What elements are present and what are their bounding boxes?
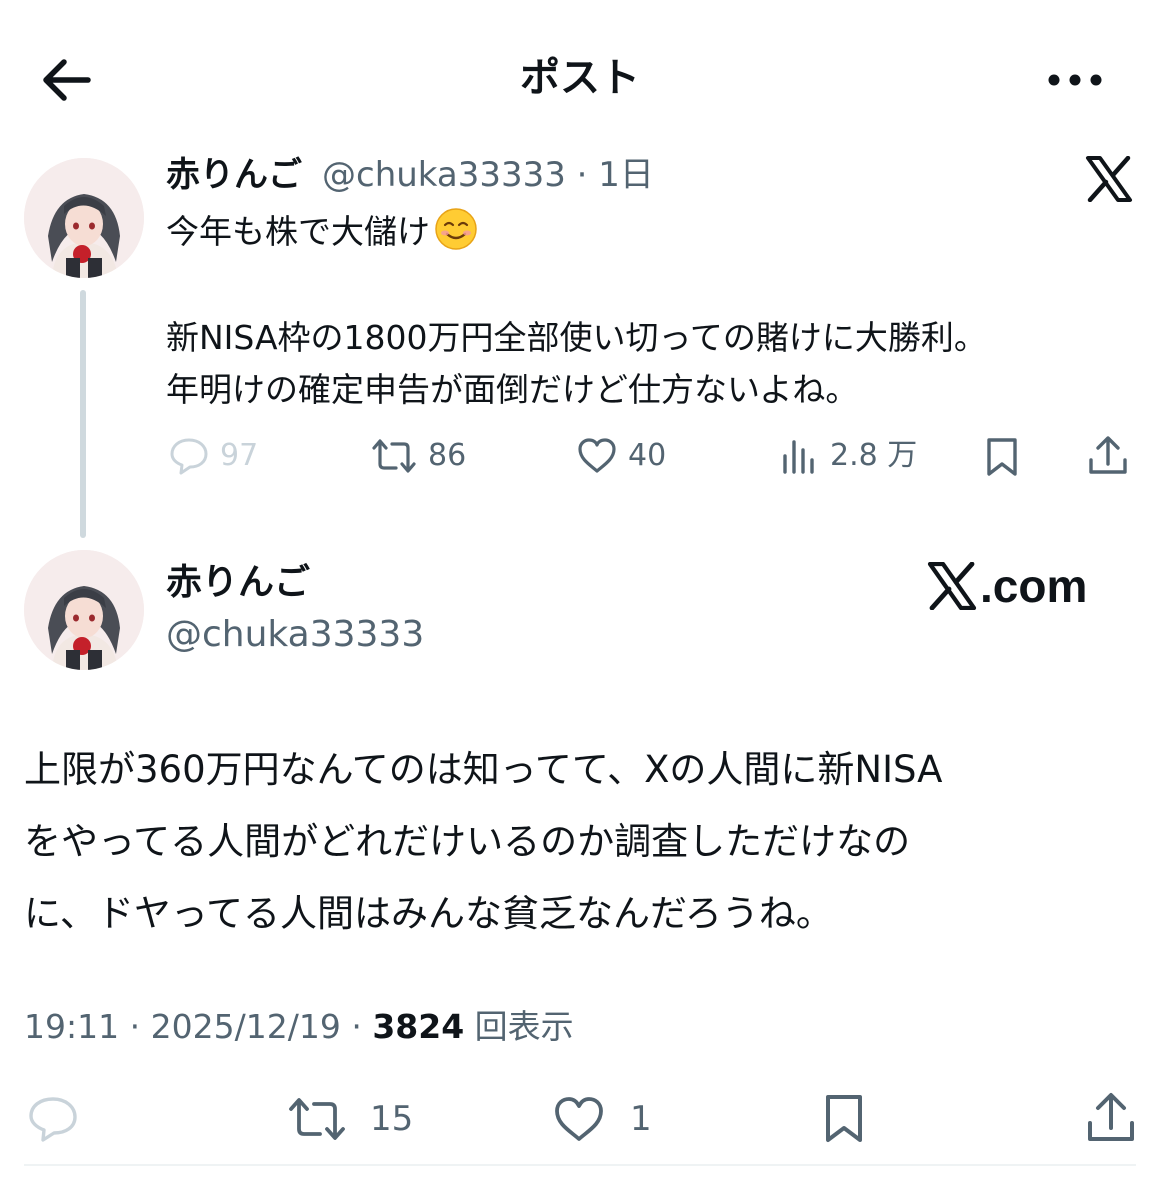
repost-count: 86	[428, 438, 467, 473]
repost-icon	[289, 1098, 345, 1140]
like-count: 1	[630, 1099, 652, 1139]
post-time[interactable]: 19:11	[24, 1007, 119, 1046]
views-label: 回表示	[474, 1007, 574, 1046]
like-count: 40	[628, 438, 667, 473]
avatar-image	[24, 158, 144, 278]
post-text-line: 上限が360万円なんてのは知ってて、Xの人間に新NISA	[24, 748, 943, 791]
bookmark-icon	[987, 438, 1017, 476]
divider	[24, 1164, 1136, 1166]
more-horizontal-icon	[1048, 74, 1102, 86]
avatar[interactable]	[24, 158, 144, 278]
x-logo-icon	[1084, 156, 1134, 202]
repost-button[interactable]: 15	[286, 1094, 413, 1144]
reply-count: 97	[220, 438, 259, 473]
heart-icon	[555, 1097, 603, 1141]
page-title: ポスト	[520, 55, 640, 101]
display-name[interactable]: 赤りんご	[166, 152, 302, 198]
views-count: 3824	[372, 1007, 465, 1046]
separator: ·	[351, 1007, 362, 1046]
smiling-face-emoji-icon	[434, 207, 478, 251]
avatar[interactable]	[24, 550, 144, 670]
repost-button[interactable]: 86	[370, 436, 466, 476]
post-text-line: 今年も株で大儲け	[166, 212, 430, 251]
repost-icon	[372, 439, 416, 473]
share-icon	[1089, 436, 1127, 474]
share-button[interactable]	[1086, 434, 1130, 478]
x-com-logo: .com	[926, 556, 1087, 616]
handle[interactable]: @chuka33333	[166, 610, 424, 660]
views-button[interactable]: 2.8 万	[780, 436, 917, 476]
handle-and-age[interactable]: @chuka33333 · 1日	[322, 152, 654, 198]
brand-domain: .com	[980, 560, 1088, 612]
thread-line	[80, 290, 86, 538]
analytics-icon	[783, 440, 814, 474]
avatar-image	[24, 550, 144, 670]
x-logo-icon	[927, 562, 977, 610]
post-date[interactable]: 2025/12/19	[151, 1007, 341, 1046]
post-timestamp: 19:11 · 2025/12/19 · 3824 回表示	[24, 1004, 574, 1050]
reply-button[interactable]: 97	[168, 436, 258, 476]
post-text: 今年も株で大儲け 新NISA枠の1800万円全部使い切っての賭けに大勝利。 年明…	[166, 206, 987, 416]
reply-button[interactable]	[26, 1094, 80, 1144]
separator: ·	[129, 1007, 141, 1046]
reply-icon	[170, 438, 208, 475]
heart-icon	[578, 438, 616, 473]
share-icon	[1088, 1093, 1134, 1141]
post-text-line: に、ドヤってる人間はみんな貧乏なんだろうね。	[24, 892, 833, 935]
post-text-line: 年明けの確定申告が面倒だけど仕方ないよね。	[166, 370, 859, 409]
post-text-line: をやってる人間がどれだけいるのか調査しただけなの	[24, 820, 911, 863]
like-button[interactable]: 1	[552, 1094, 652, 1144]
bookmark-button[interactable]	[820, 1092, 868, 1146]
more-options-button[interactable]	[1040, 58, 1110, 102]
share-button[interactable]	[1084, 1090, 1138, 1146]
post-text-line: 新NISA枠の1800万円全部使い切っての賭けに大勝利。	[166, 318, 987, 357]
post-text: 上限が360万円なんてのは知ってて、Xの人間に新NISA をやってる人間がどれだ…	[24, 734, 1134, 950]
display-name[interactable]: 赤りんご	[166, 558, 310, 608]
bookmark-icon	[826, 1095, 862, 1142]
repost-count: 15	[370, 1099, 414, 1139]
views-count: 2.8 万	[830, 438, 918, 473]
reply-icon	[29, 1097, 77, 1142]
like-button[interactable]: 40	[576, 436, 666, 476]
bookmark-button[interactable]	[982, 436, 1022, 478]
